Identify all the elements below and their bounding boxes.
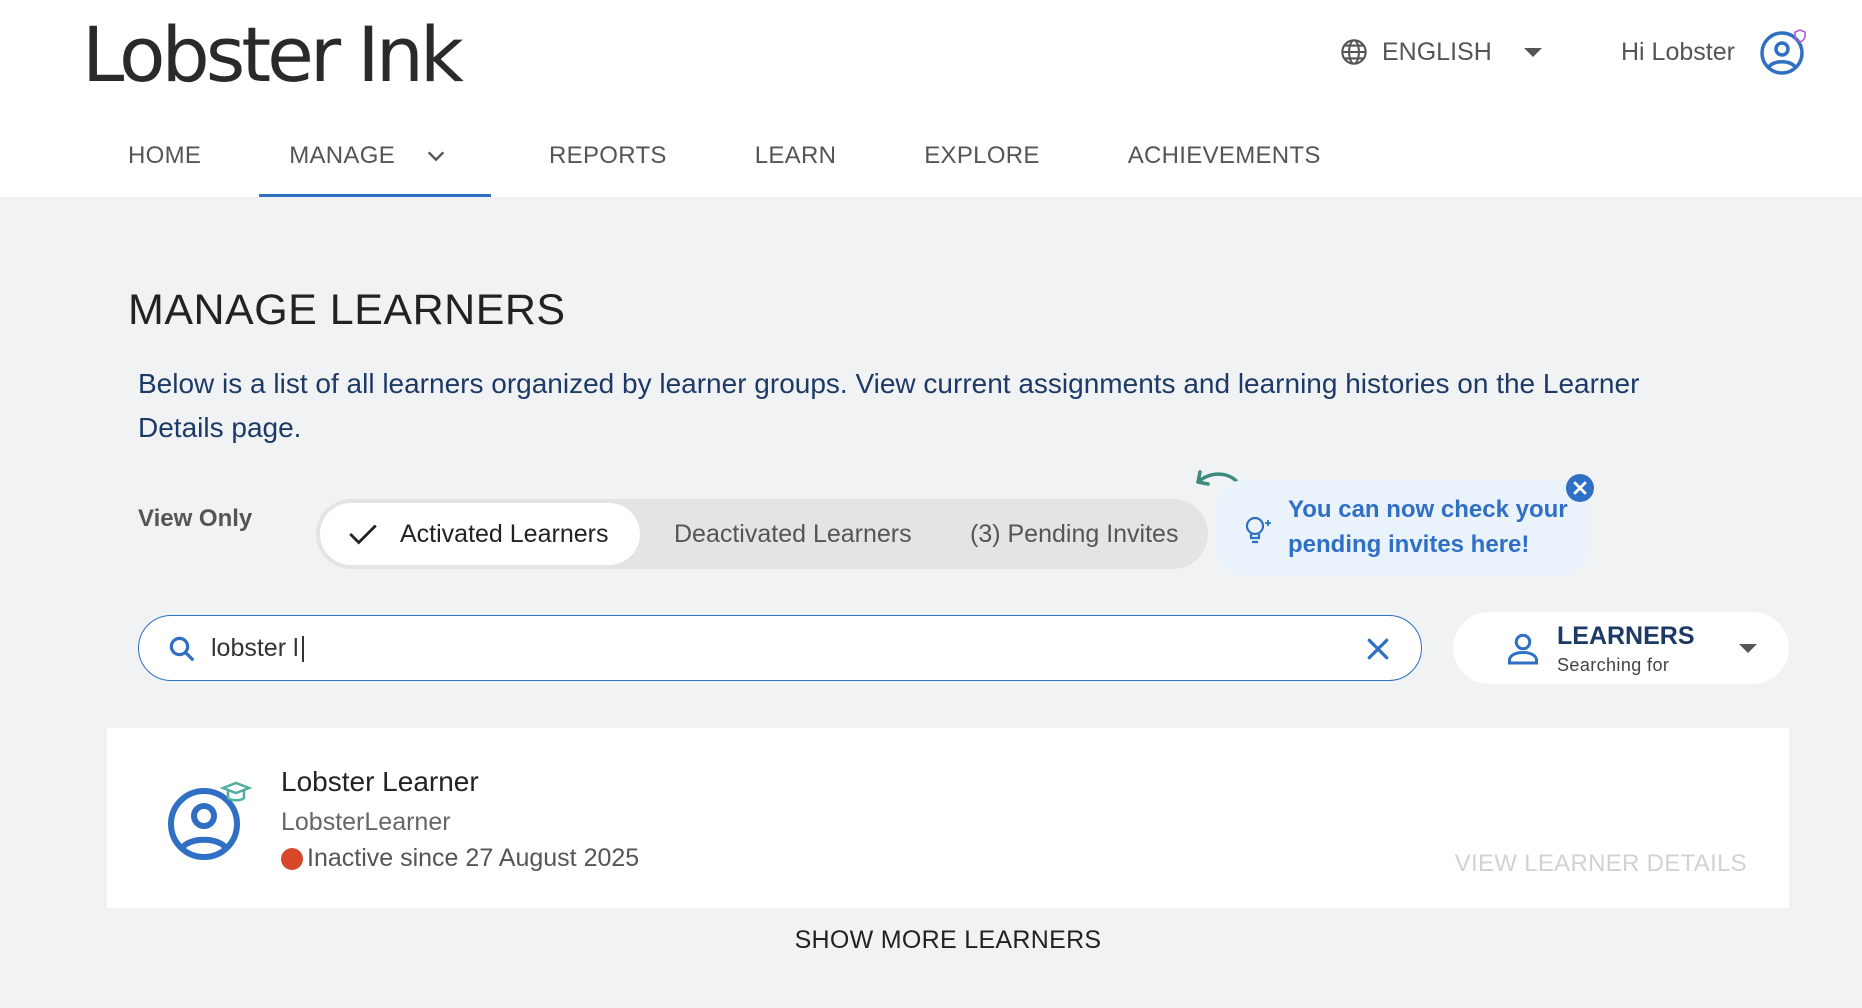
nav-explore[interactable]: EXPLORE — [894, 132, 1069, 197]
filter-deactivated-learners[interactable]: Deactivated Learners — [674, 503, 912, 565]
learner-username: LobsterLearner — [281, 808, 451, 836]
close-tip-button[interactable] — [1566, 474, 1594, 502]
page-description: Below is a list of all learners organize… — [138, 368, 1640, 443]
user-avatar-icon[interactable] — [1760, 27, 1810, 77]
nav-achievements[interactable]: ACHIEVEMENTS — [1098, 132, 1351, 197]
filter-activated-label: Activated Learners — [400, 519, 609, 548]
chevron-down-icon — [427, 151, 445, 162]
nav-home-label: HOME — [128, 142, 202, 169]
user-greeting: Hi Lobster — [1621, 38, 1735, 66]
nav-learn[interactable]: LEARN — [725, 132, 867, 197]
logo[interactable]: Lobster Ink — [82, 10, 464, 100]
view-only-label: View Only — [138, 505, 253, 532]
nav-reports[interactable]: REPORTS — [519, 132, 697, 197]
filter-deactivated-label: Deactivated Learners — [674, 519, 912, 548]
show-more-learners-button[interactable]: SHOW MORE LEARNERS — [0, 926, 1862, 955]
search-icon — [169, 636, 195, 662]
globe-icon — [1341, 39, 1367, 65]
scope-title: LEARNERS — [1557, 622, 1695, 650]
lightbulb-icon — [1245, 516, 1271, 544]
page-title: MANAGE LEARNERS — [128, 286, 566, 334]
nav-explore-label: EXPLORE — [924, 142, 1040, 169]
learner-name[interactable]: Lobster Learner — [281, 766, 479, 798]
filter-pending-label: (3) Pending Invites — [970, 519, 1179, 548]
close-icon — [1573, 481, 1587, 495]
main-nav: HOME MANAGE REPORTS LEARN EXPLORE ACHIEV… — [98, 132, 1379, 197]
person-icon — [1508, 633, 1538, 665]
clear-search-icon[interactable] — [1363, 634, 1393, 664]
search-input[interactable]: lobster l — [211, 632, 304, 664]
caret-down-icon — [1523, 47, 1542, 57]
language-selector[interactable]: ENGLISH — [1340, 34, 1542, 70]
language-label: ENGLISH — [1382, 37, 1492, 66]
filter-pending-invites[interactable]: (3) Pending Invites — [970, 503, 1178, 565]
view-learner-details-button[interactable]: VIEW LEARNER DETAILS — [1455, 850, 1747, 878]
check-icon — [349, 524, 377, 545]
search-value: lobster l — [211, 634, 299, 662]
tip-text: You can now check your pending invites h… — [1288, 496, 1568, 558]
learner-card: Lobster Learner LobsterLearner Inactive … — [107, 728, 1789, 908]
learner-status-toggle: Activated Learners Deactivated Learners … — [316, 499, 1208, 569]
status-dot — [281, 847, 303, 870]
nav-learn-label: LEARN — [754, 142, 837, 169]
nav-manage-label: MANAGE — [289, 142, 396, 169]
nav-manage[interactable]: MANAGE — [259, 132, 492, 197]
header: Lobster Ink ENGLISH Hi Lobster HOME MANA… — [0, 0, 1862, 197]
nav-home[interactable]: HOME — [98, 132, 231, 197]
learner-status: Inactive since 27 August 2025 — [281, 844, 639, 873]
nav-achievements-label: ACHIEVEMENTS — [1127, 142, 1321, 169]
learner-avatar-icon — [168, 781, 253, 860]
search-scope-dropdown[interactable]: LEARNERS Searching for — [1453, 612, 1789, 684]
text-cursor — [301, 636, 304, 663]
learner-status-text: Inactive since 27 August 2025 — [307, 844, 640, 872]
search-field[interactable]: lobster l — [138, 615, 1422, 681]
nav-reports-label: REPORTS — [549, 142, 667, 169]
caret-down-icon — [1739, 644, 1757, 653]
filter-activated-learners[interactable]: Activated Learners — [320, 503, 640, 565]
pending-invites-tip: You can now check your pending invites h… — [1216, 480, 1588, 576]
scope-subtitle: Searching for — [1557, 655, 1670, 675]
